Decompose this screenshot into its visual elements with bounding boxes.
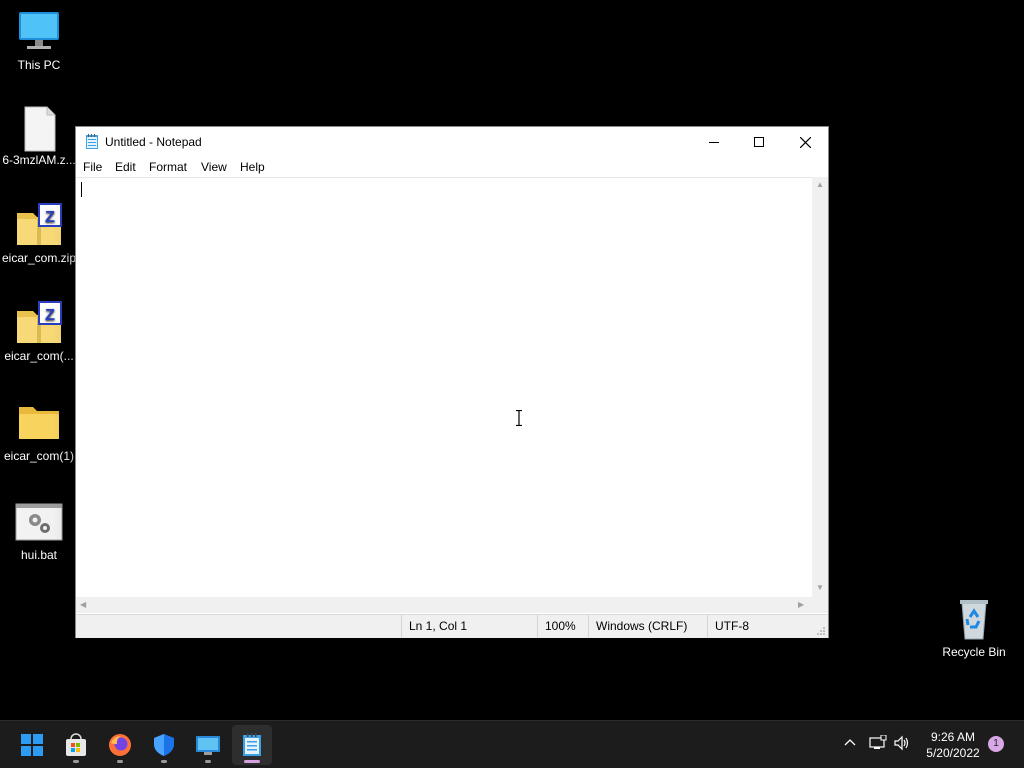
menu-format[interactable]: Format <box>149 160 187 174</box>
recycle-bin-icon <box>950 597 998 641</box>
minimize-button[interactable] <box>691 127 737 157</box>
status-zoom: 100% <box>537 615 588 638</box>
taskbar-firefox[interactable] <box>100 725 140 765</box>
desktop-icon-recycle-bin[interactable]: Recycle Bin <box>936 597 1012 659</box>
menu-edit[interactable]: Edit <box>115 160 136 174</box>
desktop-icon-eicar-zip[interactable]: Z eicar_com.zip <box>1 203 77 265</box>
status-position: Ln 1, Col 1 <box>401 615 537 638</box>
notification-badge[interactable]: 1 <box>988 736 1004 752</box>
text-editor[interactable] <box>76 177 812 598</box>
status-encoding: UTF-8 <box>707 615 828 638</box>
taskbar-defender[interactable] <box>144 725 184 765</box>
close-button[interactable] <box>782 127 828 157</box>
scroll-up-icon[interactable]: ▲ <box>816 180 824 189</box>
desktop-icon-this-pc[interactable]: This PC <box>1 10 77 72</box>
scrollbar-corner <box>812 597 828 613</box>
volume-button[interactable] <box>893 735 911 754</box>
minimize-icon <box>709 142 719 143</box>
defender-icon <box>154 734 174 756</box>
desktop-icon-label: hui.bat <box>20 548 58 562</box>
firefox-icon <box>109 734 131 756</box>
vertical-scrollbar[interactable]: ▲ ▼ <box>812 177 828 597</box>
status-bar: Ln 1, Col 1 100% Windows (CRLF) UTF-8 <box>76 614 828 638</box>
status-line-ending: Windows (CRLF) <box>588 615 707 638</box>
menu-bar: File Edit Format View Help <box>76 157 828 177</box>
network-button[interactable] <box>869 734 887 754</box>
desktop-icon-label: eicar_com(1) <box>3 449 75 463</box>
running-indicator <box>161 760 167 763</box>
maximize-button[interactable] <box>736 127 782 157</box>
start-button[interactable] <box>12 725 52 765</box>
svg-text:Z: Z <box>45 307 55 324</box>
desktop-icon-label: Recycle Bin <box>942 645 1006 659</box>
text-caret <box>81 182 82 197</box>
chevron-up-icon <box>844 739 856 746</box>
desktop-icon-label: eicar_com(... <box>4 349 74 363</box>
zip-folder-icon: Z <box>15 203 63 247</box>
zip-folder-icon: Z <box>15 301 63 345</box>
menu-help[interactable]: Help <box>240 160 265 174</box>
window-title: Untitled - Notepad <box>105 135 202 149</box>
resize-grip-icon[interactable] <box>817 627 825 635</box>
taskbar: 9:26 AM 5/20/2022 <box>0 720 1024 768</box>
desktop-icon-label: This PC <box>17 58 61 72</box>
desktop-icon-hui-bat[interactable]: hui.bat <box>1 500 77 562</box>
notepad-window[interactable]: Untitled - Notepad File Edit Format View… <box>76 127 828 638</box>
taskbar-notepad[interactable] <box>232 725 272 765</box>
start-icon <box>21 734 43 756</box>
notepad-icon <box>243 733 261 756</box>
title-bar[interactable]: Untitled - Notepad <box>76 127 828 157</box>
notepad-icon <box>86 134 98 149</box>
close-icon <box>799 136 811 148</box>
running-indicator <box>205 760 211 763</box>
running-indicator <box>117 760 123 763</box>
scroll-left-icon[interactable]: ◀ <box>80 600 86 609</box>
desktop-icon-label: eicar_com.zip <box>1 251 77 265</box>
desktop-icon-eicar-folder[interactable]: eicar_com(1) <box>1 401 77 463</box>
remote-desktop-icon <box>196 736 220 755</box>
running-indicator <box>73 760 79 763</box>
scroll-down-icon[interactable]: ▼ <box>816 583 824 592</box>
menu-view[interactable]: View <box>201 160 227 174</box>
store-icon <box>66 733 86 756</box>
batch-file-icon <box>15 500 63 544</box>
clock-time: 9:26 AM <box>930 730 976 744</box>
show-hidden-icons-button[interactable] <box>843 735 857 752</box>
folder-icon <box>15 401 63 445</box>
svg-text:Z: Z <box>45 209 55 226</box>
network-icon <box>869 734 887 749</box>
scroll-right-icon[interactable]: ▶ <box>798 600 804 609</box>
ibeam-cursor-icon <box>516 410 522 426</box>
taskbar-store[interactable] <box>56 725 96 765</box>
maximize-icon <box>754 137 764 147</box>
active-indicator <box>244 760 260 763</box>
horizontal-scrollbar[interactable]: ◀ ▶ <box>76 597 812 613</box>
taskbar-remote-desktop[interactable] <box>188 725 228 765</box>
clock-date: 5/20/2022 <box>926 746 980 760</box>
menu-file[interactable]: File <box>83 160 102 174</box>
blank-file-icon <box>15 105 63 152</box>
monitor-icon <box>15 10 63 54</box>
desktop-icon-eicar-zip-copy[interactable]: Z eicar_com(... <box>1 301 77 363</box>
desktop-icon-archive-file[interactable]: 6-3mzlAM.z... <box>1 105 77 167</box>
desktop-icon-label: 6-3mzlAM.z... <box>2 153 76 167</box>
clock-button[interactable]: 9:26 AM 5/20/2022 <box>922 729 984 761</box>
volume-icon <box>894 735 909 751</box>
